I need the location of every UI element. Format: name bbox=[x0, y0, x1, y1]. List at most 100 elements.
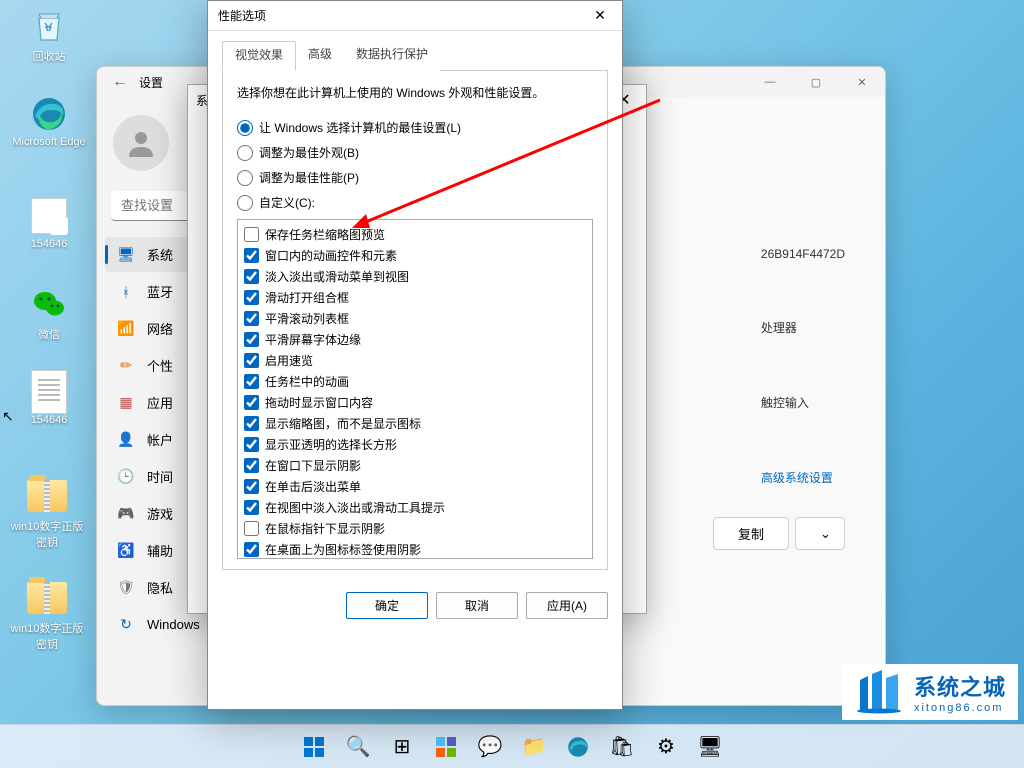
check-label: 平滑屏幕字体边缘 bbox=[265, 331, 361, 348]
checkbox-input[interactable] bbox=[244, 458, 259, 473]
checkbox-input[interactable] bbox=[244, 290, 259, 305]
check-item-10[interactable]: 显示亚透明的选择长方形 bbox=[244, 434, 586, 455]
desktop-icon-file-1[interactable]: ⚙ 154646 bbox=[12, 196, 86, 250]
desktop-icon-wechat[interactable]: 微信 bbox=[12, 284, 86, 342]
checkbox-input[interactable] bbox=[244, 332, 259, 347]
nav-label: 游戏 bbox=[147, 504, 173, 523]
check-item-11[interactable]: 在窗口下显示阴影 bbox=[244, 455, 586, 476]
file-explorer-button[interactable]: 📁 bbox=[514, 727, 554, 767]
recycle-bin-icon bbox=[29, 6, 69, 46]
radio-option-1[interactable]: 调整为最佳外观(B) bbox=[237, 144, 593, 161]
icon-label: 154646 bbox=[12, 238, 86, 250]
checkbox-input[interactable] bbox=[244, 479, 259, 494]
search-button[interactable]: 🔍 bbox=[338, 727, 378, 767]
check-item-7[interactable]: 任务栏中的动画 bbox=[244, 371, 586, 392]
check-item-2[interactable]: 淡入淡出或滑动菜单到视图 bbox=[244, 266, 586, 287]
check-item-9[interactable]: 显示缩略图，而不是显示图标 bbox=[244, 413, 586, 434]
description-text: 选择你想在此计算机上使用的 Windows 外观和性能设置。 bbox=[237, 84, 593, 101]
copy-button[interactable]: 复制 bbox=[713, 517, 789, 550]
checkbox-input[interactable] bbox=[244, 437, 259, 452]
cancel-button[interactable]: 取消 bbox=[436, 592, 518, 619]
edge-button[interactable] bbox=[558, 727, 598, 767]
apply-button[interactable]: 应用(A) bbox=[526, 592, 608, 619]
tab-strip: 视觉效果 高级 数据执行保护 bbox=[222, 41, 608, 71]
check-label: 启用速览 bbox=[265, 352, 313, 369]
nav-label: 网络 bbox=[147, 319, 173, 338]
check-item-0[interactable]: 保存任务栏缩略图预览 bbox=[244, 224, 586, 245]
wechat-icon bbox=[29, 284, 69, 324]
tab-dep[interactable]: 数据执行保护 bbox=[344, 41, 440, 71]
radio-input[interactable] bbox=[237, 195, 253, 211]
radio-option-2[interactable]: 调整为最佳性能(P) bbox=[237, 169, 593, 186]
check-item-3[interactable]: 滑动打开组合框 bbox=[244, 287, 586, 308]
tab-advanced[interactable]: 高级 bbox=[296, 41, 344, 71]
task-view-button[interactable]: ⊞ bbox=[382, 727, 422, 767]
check-label: 在视图中淡入淡出或滑动工具提示 bbox=[265, 499, 445, 516]
app-button[interactable]: 🖥 bbox=[690, 727, 730, 767]
check-item-12[interactable]: 在单击后淡出菜单 bbox=[244, 476, 586, 497]
check-label: 任务栏中的动画 bbox=[265, 373, 349, 390]
desktop-icon-recycle-bin[interactable]: 回收站 bbox=[12, 6, 86, 64]
effects-checklist[interactable]: 保存任务栏缩略图预览窗口内的动画控件和元素淡入淡出或滑动菜单到视图滑动打开组合框… bbox=[237, 219, 593, 559]
check-item-6[interactable]: 启用速览 bbox=[244, 350, 586, 371]
check-label: 显示缩略图，而不是显示图标 bbox=[265, 415, 421, 432]
close-button[interactable]: ✕ bbox=[578, 1, 622, 31]
checkbox-input[interactable] bbox=[244, 353, 259, 368]
nav-label: 帐户 bbox=[147, 430, 173, 449]
radio-input[interactable] bbox=[237, 145, 253, 161]
checkbox-input[interactable] bbox=[244, 500, 259, 515]
checkbox-input[interactable] bbox=[244, 374, 259, 389]
check-item-8[interactable]: 拖动时显示窗口内容 bbox=[244, 392, 586, 413]
desktop-icon-zip-1[interactable]: win10数字正版密钥 bbox=[10, 476, 84, 550]
check-item-14[interactable]: 在鼠标指针下显示阴影 bbox=[244, 518, 586, 539]
back-button[interactable]: ← bbox=[105, 73, 135, 91]
store-button[interactable]: 🛍 bbox=[602, 727, 642, 767]
check-item-4[interactable]: 平滑滚动列表框 bbox=[244, 308, 586, 329]
check-label: 在窗口下显示阴影 bbox=[265, 457, 361, 474]
desktop-icon-edge[interactable]: Microsoft Edge bbox=[12, 94, 86, 148]
close-button[interactable]: ✕ bbox=[839, 67, 885, 97]
advanced-settings-link[interactable]: 高级系统设置 bbox=[761, 469, 845, 486]
radio-option-3[interactable]: 自定义(C): bbox=[237, 194, 593, 211]
checkbox-input[interactable] bbox=[244, 542, 259, 557]
radio-input[interactable] bbox=[237, 170, 253, 186]
ok-button[interactable]: 确定 bbox=[346, 592, 428, 619]
icon-label: 154646 bbox=[12, 414, 86, 426]
watermark-icon bbox=[854, 670, 904, 714]
checkbox-input[interactable] bbox=[244, 416, 259, 431]
check-label: 滑动打开组合框 bbox=[265, 289, 349, 306]
widgets-button[interactable] bbox=[426, 727, 466, 767]
check-label: 显示亚透明的选择长方形 bbox=[265, 436, 397, 453]
desktop-icon-zip-2[interactable]: win10数字正版密钥 bbox=[10, 578, 84, 652]
expand-button[interactable]: ⌄ bbox=[795, 517, 845, 550]
checkbox-input[interactable] bbox=[244, 248, 259, 263]
checkbox-input[interactable] bbox=[244, 269, 259, 284]
zip-folder-icon bbox=[27, 476, 67, 516]
zip-folder-icon bbox=[27, 578, 67, 618]
check-label: 在鼠标指针下显示阴影 bbox=[265, 520, 385, 537]
chat-button[interactable]: 💬 bbox=[470, 727, 510, 767]
check-label: 在桌面上为图标标签使用阴影 bbox=[265, 541, 421, 558]
icon-label: win10数字正版密钥 bbox=[10, 518, 84, 550]
check-label: 保存任务栏缩略图预览 bbox=[265, 226, 385, 243]
nav-icon: ᚼ bbox=[117, 283, 135, 301]
settings-taskbar-button[interactable]: ⚙ bbox=[646, 727, 686, 767]
minimize-button[interactable]: — bbox=[747, 67, 793, 97]
start-button[interactable] bbox=[294, 727, 334, 767]
checkbox-input[interactable] bbox=[244, 311, 259, 326]
tab-visual-effects[interactable]: 视觉效果 bbox=[222, 41, 296, 71]
checkbox-input[interactable] bbox=[244, 521, 259, 536]
radio-input[interactable] bbox=[237, 120, 253, 136]
checkbox-input[interactable] bbox=[244, 227, 259, 242]
processor-label: 处理器 bbox=[761, 319, 845, 336]
check-item-13[interactable]: 在视图中淡入淡出或滑动工具提示 bbox=[244, 497, 586, 518]
maximize-button[interactable]: ▢ bbox=[793, 67, 839, 97]
icon-label: win10数字正版密钥 bbox=[10, 620, 84, 652]
radio-option-0[interactable]: 让 Windows 选择计算机的最佳设置(L) bbox=[237, 119, 593, 136]
desktop-icon-file-2[interactable]: 154646 bbox=[12, 372, 86, 426]
check-item-15[interactable]: 在桌面上为图标标签使用阴影 bbox=[244, 539, 586, 559]
check-item-1[interactable]: 窗口内的动画控件和元素 bbox=[244, 245, 586, 266]
window-title: 设置 bbox=[139, 74, 163, 91]
checkbox-input[interactable] bbox=[244, 395, 259, 410]
check-item-5[interactable]: 平滑屏幕字体边缘 bbox=[244, 329, 586, 350]
